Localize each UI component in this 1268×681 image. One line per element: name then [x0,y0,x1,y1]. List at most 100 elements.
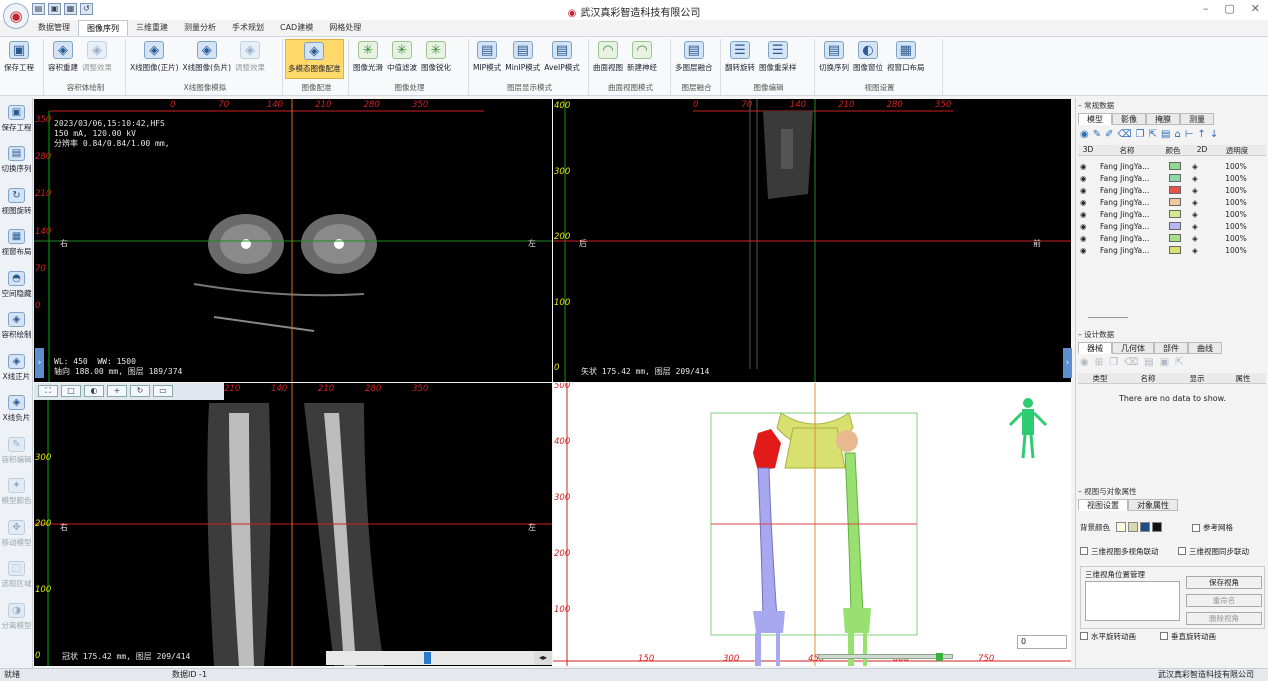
coronal-viewport[interactable]: ⛶ □ ◐ + ↻ ▭ 右 左 冠状 175.42 mm, 图层 209/414… [34,383,552,666]
up-arrow-icon[interactable]: ↑ [1198,129,1206,140]
tab-1[interactable]: 图像序列 [78,20,128,36]
panel-tab[interactable]: 模型 [1078,113,1112,125]
panel-tab[interactable]: 曲线 [1188,342,1222,354]
color-swatch[interactable] [1169,234,1181,242]
crosshair-icon[interactable]: + [107,385,127,397]
layout-icon[interactable]: ▭ [153,385,173,397]
sync-link-checkbox[interactable]: 三维视图同步联动 [1178,545,1249,557]
panel-tab[interactable]: 器械 [1078,342,1112,354]
fit-view-icon[interactable]: ⛶ [38,385,58,397]
table-row[interactable]: ◉ Fang JingYa... ◈ 100% [1080,244,1260,256]
ribbon-button[interactable]: ✳ 图像锐化 [419,39,453,79]
clipboard-icon[interactable]: ▤ [1161,129,1170,140]
3d-viewport[interactable]: 500 400 300 200 100 150 300 450 600 750 0 [553,383,1071,666]
left-tool-button[interactable]: ▤ 切换序列 [0,140,33,182]
ribbon-button[interactable]: ☰ 图像重采样 [757,39,799,79]
eye-icon[interactable]: ◉ [1080,246,1100,255]
ribbon-button[interactable]: ◈ X线图像(正片) [128,39,181,79]
color-swatch[interactable] [1169,198,1181,206]
view-2d-icon[interactable]: ◈ [1192,234,1216,243]
sagittal-viewport[interactable]: 后 前 矢状 175.42 mm, 图层 209/414 0 70 140 210 28… [553,99,1071,382]
eye-icon[interactable]: ◉ [1080,222,1100,231]
eye-icon[interactable]: ◉ [1080,162,1100,171]
ribbon-button[interactable]: ▤ AveIP模式 [542,39,581,79]
delete-icon[interactable]: ⌫ [1118,129,1132,140]
ribbon-button[interactable]: ☰ 翻转旋转 [723,39,757,79]
ribbon-button[interactable]: ◈ X线图像(负片) [181,39,234,79]
view-2d-icon[interactable]: ◈ [1192,246,1216,255]
left-tool-button[interactable]: ◈ X线正片 [0,347,33,389]
rotate-icon[interactable]: ↻ [130,385,150,397]
slice-scrollbar[interactable] [326,651,534,665]
panel-tab[interactable]: 视图设置 [1078,499,1128,511]
left-tool-button[interactable]: ◈ 容积绘制 [0,306,33,348]
left-tool-button[interactable]: ◓ 空间隐藏 [0,264,33,306]
view-2d-icon[interactable]: ◈ [1192,210,1216,219]
contrast-icon[interactable]: ◐ [84,385,104,397]
view-2d-icon[interactable]: ◈ [1192,174,1216,183]
horizontal-rotate-checkbox[interactable]: 水平旋转动画 [1080,630,1136,642]
left-panel-toggle[interactable]: › [35,348,44,378]
export-icon[interactable]: ⇱ [1149,129,1157,140]
spin-value-input[interactable]: 0 [1017,635,1067,649]
tab-5[interactable]: CAD建模 [272,20,321,36]
eye-icon[interactable]: ◉ [1080,234,1100,243]
color-swatch[interactable] [1169,222,1181,230]
brush-icon[interactable]: ✐ [1105,129,1113,140]
eye-icon[interactable]: ◉ [1080,210,1100,219]
app-menu-button[interactable]: ◉ [3,3,29,29]
view-2d-icon[interactable]: ◈ [1192,222,1216,231]
eye-icon[interactable]: ◉ [1080,186,1100,195]
color-swatch[interactable] [1169,162,1181,170]
delete-view-button[interactable]: 删除视角 [1186,612,1262,625]
left-tool-button[interactable]: ⬚ 选取区域 [0,555,33,597]
left-tool-button[interactable]: ✥ 移动模型 [0,513,33,555]
minimize-icon[interactable]: – [1203,2,1209,15]
ribbon-button[interactable]: ▤ MIP模式 [471,39,503,79]
tag-icon[interactable]: ⌂ [1174,129,1180,140]
down-arrow-icon[interactable]: ↓ [1210,129,1218,140]
panel-tab[interactable]: 部件 [1154,342,1188,354]
multi-link-checkbox[interactable]: 三维视图多视角联动 [1080,545,1159,557]
view-2d-icon[interactable]: ◈ [1192,198,1216,207]
ribbon-button[interactable]: ◈ 调整效果 [80,39,114,79]
left-tool-button[interactable]: ✦ 模型颜色 [0,472,33,514]
table-row[interactable]: ◉ Fang JingYa... ◈ 100% [1080,160,1260,172]
bg-color-swatch[interactable] [1152,522,1162,532]
right-panel-toggle[interactable]: › [1063,348,1072,378]
table-row[interactable]: ◉ Fang JingYa... ◈ 100% [1080,196,1260,208]
table-row[interactable]: ◉ Fang JingYa... ◈ 100% [1080,208,1260,220]
left-tool-button[interactable]: ▣ 保存工程 [0,98,33,140]
color-swatch[interactable] [1169,174,1181,182]
table-row[interactable]: ◉ Fang JingYa... ◈ 100% [1080,184,1260,196]
panel-tab[interactable]: 掩膜 [1146,113,1180,125]
ribbon-button[interactable]: ▦ 视窗口布局 [885,39,927,79]
left-tool-button[interactable]: ✎ 容积编辑 [0,430,33,472]
left-tool-button[interactable]: ◈ X线负片 [0,389,33,431]
color-swatch[interactable] [1169,186,1181,194]
axial-viewport[interactable]: 2023/03/06,15:10:42,HFS 150 mA, 120.00 k… [34,99,552,382]
panel-tab[interactable]: 影像 [1112,113,1146,125]
panel-tab[interactable]: 测量 [1180,113,1214,125]
rename-button[interactable]: 重命名 [1186,594,1262,607]
bg-color-swatch[interactable] [1128,522,1138,532]
table-row[interactable]: ◉ Fang JingYa... ◈ 100% [1080,172,1260,184]
ribbon-button[interactable]: ◠ 新建神经 [625,39,659,79]
tree-icon[interactable]: ⊢ [1185,129,1194,140]
ribbon-button[interactable]: ◠ 曲面视图 [591,39,625,79]
bg-color-swatch[interactable] [1140,522,1150,532]
tab-0[interactable]: 数据管理 [30,20,78,36]
color-swatch[interactable] [1169,210,1181,218]
eye-icon[interactable]: ◉ [1080,198,1100,207]
ribbon-button[interactable]: ◈ 调整效果 [233,39,267,79]
view-2d-icon[interactable]: ◈ [1192,186,1216,195]
scroll-arrows[interactable]: ◂▸ [534,651,552,665]
tab-4[interactable]: 手术规划 [224,20,272,36]
reset-icon[interactable]: □ [61,385,81,397]
3d-progress-slider[interactable] [818,653,953,661]
ribbon-button[interactable]: ▤ 多图层融合 [673,39,715,79]
left-tool-button[interactable]: ▦ 视窗布局 [0,223,33,265]
ribbon-button[interactable]: ◈ 多模态图像配准 [285,39,344,79]
tab-2[interactable]: 三维重建 [128,20,176,36]
slice-scrollbar-thumb[interactable] [424,652,431,664]
